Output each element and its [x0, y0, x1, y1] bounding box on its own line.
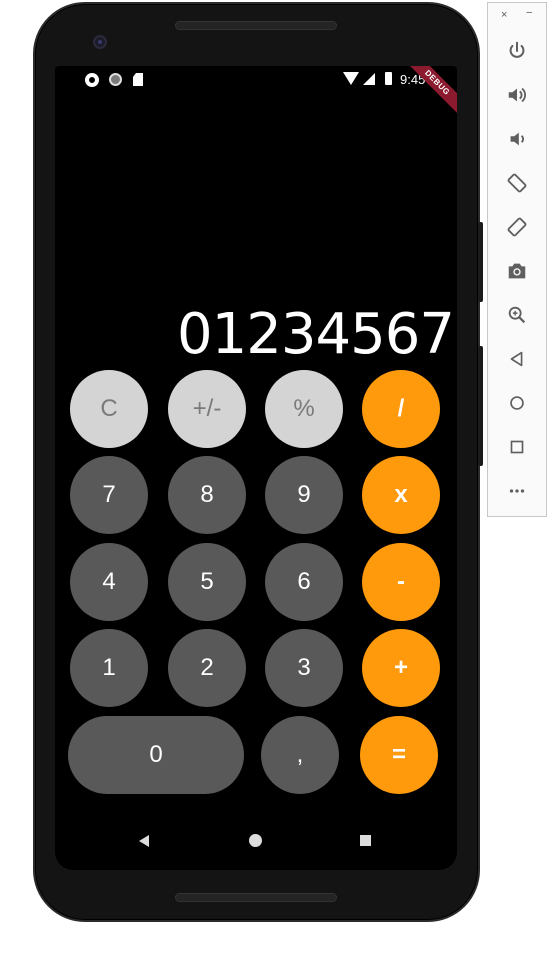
top-speaker [175, 21, 337, 30]
rotate-right-icon[interactable] [503, 213, 531, 241]
keypad: C +/- % / 7 8 9 x 4 5 6 - 1 2 3 + 0 , = [55, 66, 457, 870]
back-icon[interactable] [503, 345, 531, 373]
volume-side-button [478, 346, 483, 466]
toolbar-window-controls: × − [488, 7, 546, 23]
front-camera [93, 35, 107, 49]
volume-up-icon[interactable] [503, 81, 531, 109]
digit-7-button[interactable]: 7 [70, 456, 148, 534]
camera-icon[interactable] [503, 257, 531, 285]
zoom-icon[interactable] [503, 301, 531, 329]
digit-5-button[interactable]: 5 [168, 543, 246, 621]
digit-8-button[interactable]: 8 [168, 456, 246, 534]
digit-0-button[interactable]: 0 [68, 716, 244, 794]
equals-button[interactable]: = [360, 716, 438, 794]
percent-button[interactable]: % [265, 370, 343, 448]
navigation-bar [55, 818, 457, 870]
nav-back-icon[interactable] [139, 835, 149, 847]
digit-2-button[interactable]: 2 [168, 629, 246, 707]
more-icon[interactable] [503, 477, 531, 505]
sign-toggle-button[interactable]: +/- [168, 370, 246, 448]
power-side-button [478, 222, 483, 302]
nav-overview-icon[interactable] [360, 835, 371, 846]
rotate-left-icon[interactable] [503, 169, 531, 197]
digit-6-button[interactable]: 6 [265, 543, 343, 621]
digit-3-button[interactable]: 3 [265, 629, 343, 707]
bottom-speaker [175, 893, 337, 902]
nav-home-icon[interactable] [249, 834, 262, 847]
close-icon[interactable]: × [501, 9, 507, 21]
overview-icon[interactable] [503, 433, 531, 461]
divide-button[interactable]: / [362, 370, 440, 448]
minimize-icon[interactable]: − [526, 7, 532, 19]
digit-9-button[interactable]: 9 [265, 456, 343, 534]
plus-button[interactable]: + [362, 629, 440, 707]
power-icon[interactable] [503, 37, 531, 65]
minus-button[interactable]: - [362, 543, 440, 621]
decimal-button[interactable]: , [261, 716, 339, 794]
home-icon[interactable] [503, 389, 531, 417]
app-screen: 9:45 DEBUG 01234567 C +/- % / 7 8 9 x 4 … [55, 66, 457, 870]
digit-4-button[interactable]: 4 [70, 543, 148, 621]
clear-button[interactable]: C [70, 370, 148, 448]
digit-1-button[interactable]: 1 [70, 629, 148, 707]
volume-down-icon[interactable] [503, 125, 531, 153]
multiply-button[interactable]: x [362, 456, 440, 534]
emulator-toolbar: × − [487, 2, 547, 517]
